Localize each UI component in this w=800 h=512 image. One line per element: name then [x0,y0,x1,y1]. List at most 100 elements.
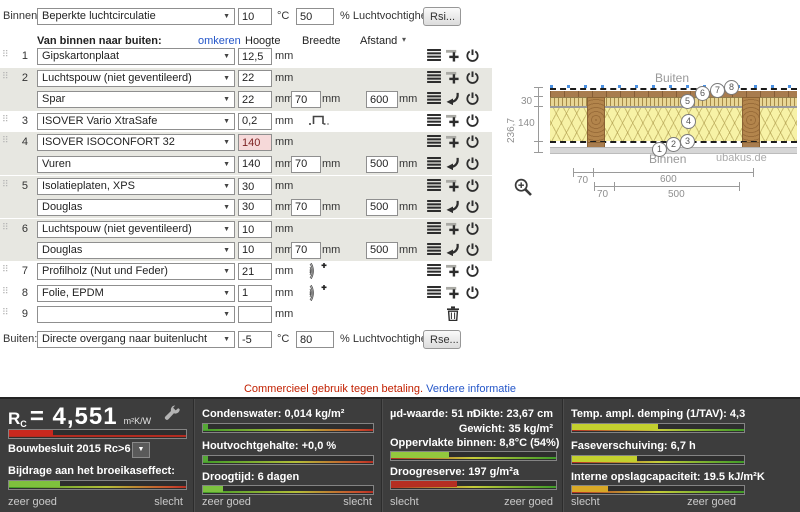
material-select[interactable]: Profilholz (Nut und Feder) ▼ [37,263,235,280]
results-panel: RC = 4,551 m²K/W Bouwbesluit 2015 Rc>6 ▼ … [0,397,800,512]
afstand-input[interactable] [366,155,398,173]
wrench-icon[interactable] [164,405,181,422]
layer-menu-icon[interactable] [427,135,442,147]
buiten-humidity-input[interactable] [296,331,334,348]
drag-handle[interactable]: ⠿ [2,264,9,275]
breedte-input[interactable] [291,198,321,216]
material-select[interactable]: Folie, EPDM ▼ [37,284,235,302]
add-section-icon[interactable] [446,135,460,148]
hoogte-input[interactable] [238,91,272,108]
layer-menu-icon[interactable] [427,49,442,61]
afstand-input[interactable] [366,241,398,259]
select-arrow-icon: ▼ [223,246,230,254]
toggle-layer-icon[interactable] [466,179,479,192]
material-select[interactable]: Douglas ▼ [37,198,235,216]
material-select[interactable]: Vuren ▼ [37,155,235,173]
layer-menu-icon[interactable] [427,92,442,104]
layer-menu-icon[interactable] [427,200,442,212]
toggle-layer-icon[interactable] [466,114,479,127]
hoogte-input[interactable] [238,112,272,130]
drag-handle[interactable]: ⠿ [2,114,9,125]
layer-menu-icon[interactable] [427,71,442,83]
breedte-input[interactable] [291,241,321,259]
add-section-icon[interactable] [446,222,460,235]
drag-handle[interactable]: ⠿ [2,179,9,190]
material-select[interactable]: ▼ [37,306,235,323]
layer-row-6-section: Douglas▼ mm mm mm [0,239,492,261]
delete-layer-icon[interactable] [446,306,460,321]
material-select[interactable]: Luchtspouw (niet geventileerd) ▼ [37,221,235,238]
drag-handle[interactable]: ⠿ [2,135,9,146]
binnen-humidity-input[interactable] [296,8,334,25]
rse-button[interactable]: Rse... [423,330,461,349]
material-select[interactable]: ISOVER ISOCONFORT 32 ▼ [37,134,235,151]
toggle-layer-icon[interactable] [466,200,479,213]
hoogte-input[interactable] [238,48,272,65]
layer-menu-icon[interactable] [427,264,442,276]
material-select[interactable]: Spar ▼ [37,91,235,108]
hoogte-input[interactable] [238,69,272,87]
material-select[interactable]: Douglas ▼ [37,241,235,259]
layer-menu-icon[interactable] [427,157,442,169]
add-section-icon[interactable] [446,49,460,62]
rotate-section-icon[interactable] [446,243,460,256]
add-section-icon[interactable] [446,264,460,277]
rotate-section-icon[interactable] [446,200,460,213]
material-select[interactable]: Isolatieplaten, XPS ▼ [37,178,235,195]
hoogte-input[interactable] [238,306,272,323]
add-section-icon[interactable] [446,114,460,127]
hoogte-input[interactable] [238,198,272,216]
material-select[interactable]: Gipskartonplaat ▼ [37,48,235,65]
layer-menu-icon[interactable] [427,222,442,234]
material-select[interactable]: ISOVER Vario XtraSafe ▼ [37,112,235,130]
add-section-icon[interactable] [446,179,460,192]
add-section-icon[interactable] [446,71,460,84]
afstand-input[interactable] [366,91,398,108]
breedte-input[interactable] [291,91,321,108]
drag-handle[interactable]: ⠿ [2,286,9,297]
drag-handle[interactable]: ⠿ [2,71,9,82]
binnen-temp-input[interactable] [238,8,272,25]
afstand-input[interactable] [366,198,398,216]
toggle-layer-icon[interactable] [466,157,479,170]
woodgrain-icon[interactable] [308,285,327,304]
hoogte-input[interactable] [238,241,272,259]
buiten-climate-select[interactable]: Directe overgang naar buitenlucht ▼ [37,331,235,348]
drag-handle[interactable]: ⠿ [2,222,9,233]
membrane-icon [308,113,330,129]
hoogte-input[interactable] [238,155,272,173]
rotate-section-icon[interactable] [446,157,460,170]
bar-fill [572,456,638,462]
bouwbesluit-dropdown[interactable]: ▼ [132,442,150,458]
material-select[interactable]: Luchtspouw (niet geventileerd) ▼ [37,69,235,87]
toggle-layer-icon[interactable] [466,49,479,62]
hoogte-input[interactable] [238,134,272,151]
buiten-temp-input[interactable] [238,331,272,348]
toggle-layer-icon[interactable] [466,135,479,148]
toggle-layer-icon[interactable] [466,92,479,105]
zoom-icon[interactable] [514,178,533,197]
toggle-layer-icon[interactable] [466,243,479,256]
toggle-layer-icon[interactable] [466,71,479,84]
woodgrain-icon[interactable] [308,263,327,282]
more-info-link[interactable]: Verdere informatie [426,383,516,395]
hoogte-input[interactable] [238,221,272,238]
toggle-layer-icon[interactable] [466,286,479,299]
hoogte-input[interactable] [238,284,272,302]
hoogte-input[interactable] [238,263,272,280]
drag-handle[interactable]: ⠿ [2,49,9,60]
toggle-layer-icon[interactable] [466,264,479,277]
layer-menu-icon[interactable] [427,243,442,255]
rotate-section-icon[interactable] [446,92,460,105]
layer-menu-icon[interactable] [427,114,442,126]
breedte-input[interactable] [291,155,321,173]
add-section-icon[interactable] [446,286,460,299]
hoogte-input[interactable] [238,178,272,195]
binnen-climate-select[interactable]: Beperkte luchtcirculatie ▼ [37,8,235,25]
layer-menu-icon[interactable] [427,179,442,191]
layer-menu-icon[interactable] [427,286,442,298]
rsi-button[interactable]: Rsi... [423,7,461,26]
toggle-layer-icon[interactable] [466,222,479,235]
select-arrow-icon: ▼ [223,117,230,125]
drag-handle[interactable]: ⠿ [2,307,9,318]
